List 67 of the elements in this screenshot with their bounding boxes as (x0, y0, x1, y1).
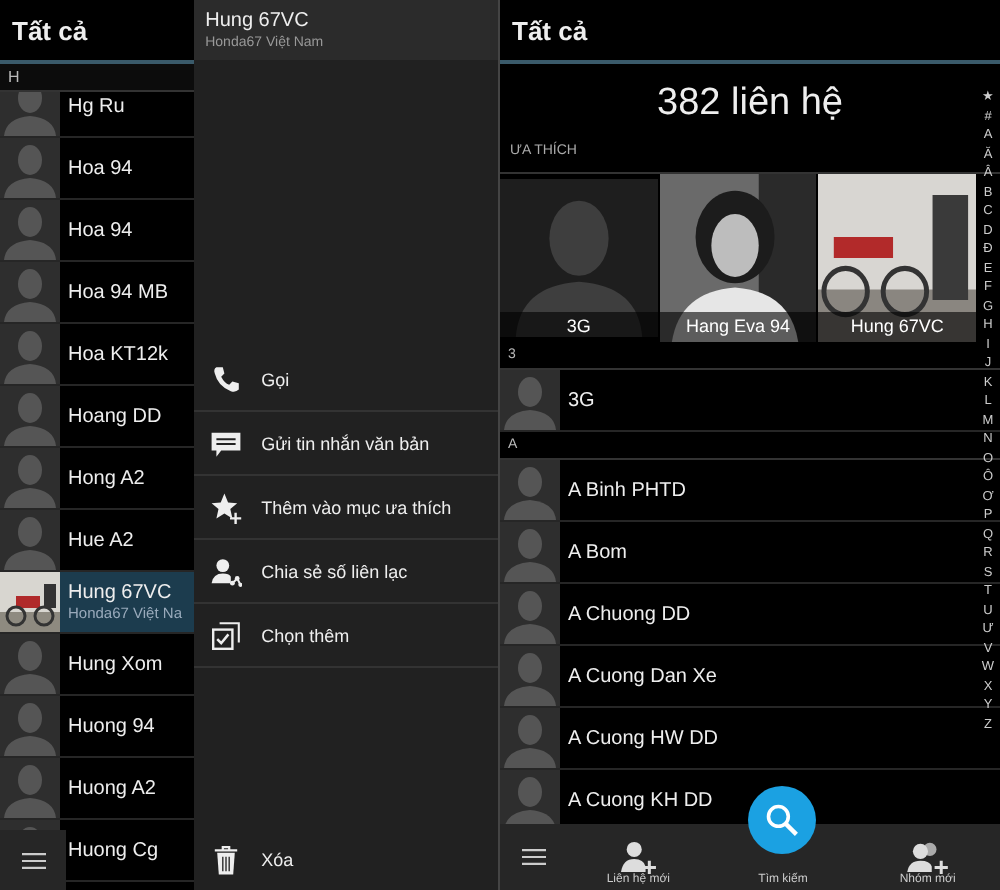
menu-item[interactable]: Chia sẻ số liên lạc (193, 540, 498, 604)
checkbox-icon (209, 619, 242, 651)
trash-icon (209, 844, 242, 876)
contact-name: Hoa 94 (68, 157, 133, 179)
favorite-name: Hung 67VC (818, 312, 977, 342)
avatar-icon (0, 262, 60, 322)
contact-item[interactable]: Hung Xom (0, 634, 194, 696)
contact-item[interactable]: Huong A2 (0, 758, 194, 820)
star-plus-icon (209, 491, 242, 523)
contact-item[interactable]: Hoa KT12k (0, 324, 194, 386)
contact-name: Huong 94 (68, 715, 155, 737)
menu-item[interactable]: Gọi (193, 348, 498, 412)
phone-icon (209, 363, 242, 395)
avatar-icon (0, 758, 60, 818)
menu-item[interactable]: Chọn thêm (193, 604, 498, 668)
avatar-icon (500, 522, 560, 582)
menu-icon (21, 851, 45, 869)
menu-icon (521, 848, 545, 866)
contact-count: 382 liên hệ (657, 82, 843, 126)
delete-item[interactable]: Xóa (193, 830, 498, 890)
contact-name: Hoang DD (68, 405, 162, 427)
contact-name: Hoa 94 (68, 219, 133, 241)
message-icon (209, 427, 242, 459)
contact-name: Hoa 94 MB (68, 281, 169, 303)
section-letter: H (8, 68, 20, 86)
contact-item[interactable]: Hoa 94 (0, 200, 194, 262)
menu-item[interactable]: Thêm vào mục ưa thích (193, 476, 498, 540)
contact-item[interactable]: Hoa 94 (0, 138, 194, 200)
contact-name: Hoa KT12k (68, 343, 169, 365)
contact-name: Hung 67VC (68, 582, 174, 604)
favorite-tile[interactable]: Hang Eva 94 (659, 174, 817, 342)
contact-item[interactable]: Hoang DD (0, 386, 194, 448)
contact-name: Huong A2 (68, 777, 156, 799)
contact-item[interactable]: Hoa 94 MB (0, 262, 194, 324)
group-plus-icon (905, 840, 950, 874)
avatar-icon (0, 138, 60, 198)
avatar-icon (0, 324, 60, 384)
contact-share-icon (209, 555, 242, 587)
favorite-tile[interactable]: Hung 67VC (818, 174, 977, 342)
avatar-icon (0, 448, 60, 508)
menu-item[interactable]: Gửi tin nhắn văn bản (193, 412, 498, 476)
person-plus-icon (618, 840, 659, 874)
list-title: Tất cả (12, 15, 88, 45)
avatar-icon (500, 646, 560, 706)
menu-button[interactable] (0, 830, 66, 890)
contact-item[interactable]: Hue A2 (0, 510, 194, 572)
list-title: Tất cả (512, 15, 588, 45)
avatar-icon (0, 200, 60, 260)
avatar-icon (500, 584, 560, 644)
contact-name: Huong Cg (68, 839, 159, 861)
favorite-tile[interactable]: 3G (500, 174, 658, 342)
contact-item[interactable]: Hg Ru (0, 92, 194, 138)
avatar-icon (500, 708, 560, 768)
favorite-name: 3G (500, 312, 658, 342)
contact-name: Hung Xom (68, 653, 163, 675)
contact-item[interactable]: Huong 94 (0, 696, 194, 758)
avatar-icon (0, 386, 60, 446)
search-icon (764, 802, 801, 838)
avatar-icon (0, 696, 60, 756)
favorite-name: Hang Eva 94 (659, 312, 817, 342)
contact-item[interactable]: Hong A2 (0, 448, 194, 510)
menu-title: Hung 67VC (205, 10, 311, 32)
avatar-icon (0, 510, 60, 570)
contact-name: Hong A2 (68, 467, 145, 489)
contact-name: Hg Ru (68, 95, 125, 117)
contact-name: Hue A2 (68, 529, 134, 551)
avatar-icon (0, 634, 60, 694)
